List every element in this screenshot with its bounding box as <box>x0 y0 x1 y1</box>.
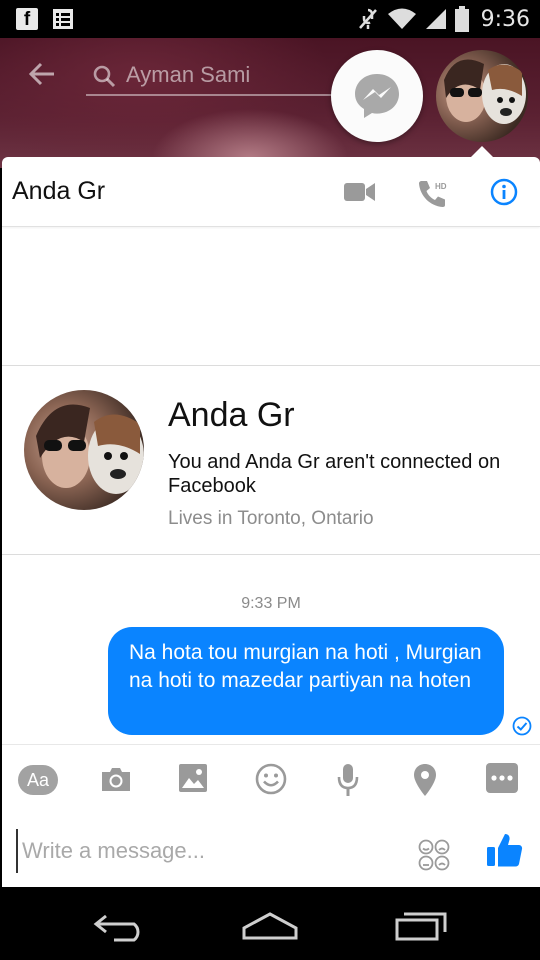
message-bubble-sent[interactable]: Na hota tou murgian na hoti , Murgian na… <box>108 627 504 735</box>
profile-name: Anda Gr <box>168 396 295 434</box>
search-bar[interactable]: Ayman Sami <box>86 56 336 96</box>
chat-panel: Anda Gr HD Anda Gr You and Anda Gr aren'… <box>2 157 540 887</box>
composer-toolbar: Aa <box>2 744 540 816</box>
profile-card: Anda Gr You and Anda Gr aren't connected… <box>2 365 540 555</box>
camera-icon[interactable] <box>100 763 132 795</box>
connection-status: You and Anda Gr aren't connected on Face… <box>168 451 501 497</box>
text-format-button[interactable]: Aa <box>18 765 58 795</box>
notes-icon <box>53 9 73 29</box>
seen-check-icon <box>512 716 532 736</box>
message-timestamp: 9:33 PM <box>241 595 301 612</box>
navigation-bar <box>0 888 540 960</box>
avatar-photo <box>444 59 526 124</box>
messenger-button[interactable] <box>331 50 423 142</box>
microphone-icon[interactable] <box>336 763 360 797</box>
nav-back-icon[interactable] <box>92 910 148 942</box>
hd-call-icon[interactable]: HD <box>416 177 450 211</box>
search-placeholder: Ayman Sami <box>126 62 251 87</box>
conversation-top-space <box>2 229 540 365</box>
info-icon[interactable] <box>490 178 518 206</box>
clock: 9:36 <box>480 6 530 32</box>
avatar-photo <box>36 404 144 494</box>
chat-header: Anda Gr HD <box>2 157 540 227</box>
gallery-icon[interactable] <box>178 763 208 793</box>
message-input-row <box>2 817 540 887</box>
mute-icon <box>358 8 377 29</box>
like-icon[interactable] <box>486 831 524 869</box>
more-icon[interactable] <box>486 763 518 793</box>
profile-location: Lives in Toronto, Ontario <box>168 508 374 529</box>
stickers-icon[interactable] <box>418 839 450 871</box>
facebook-icon: f <box>16 8 38 30</box>
message-input[interactable] <box>16 829 396 873</box>
wifi-icon <box>387 8 416 29</box>
avatar[interactable] <box>24 390 144 510</box>
search-icon <box>93 65 116 88</box>
video-call-icon[interactable] <box>344 181 376 203</box>
back-arrow-icon[interactable] <box>28 60 56 88</box>
svg-text:HD: HD <box>435 182 447 191</box>
battery-icon <box>454 6 469 32</box>
signal-icon <box>425 9 446 29</box>
status-bar: f 9:36 <box>0 0 540 38</box>
messenger-icon <box>355 74 399 118</box>
location-icon[interactable] <box>413 763 437 797</box>
nav-home-icon[interactable] <box>241 910 299 942</box>
chat-title: Anda Gr <box>12 177 106 205</box>
emoji-icon[interactable] <box>255 763 287 795</box>
nav-recents-icon[interactable] <box>394 910 448 942</box>
chathead-avatar[interactable] <box>436 50 528 142</box>
